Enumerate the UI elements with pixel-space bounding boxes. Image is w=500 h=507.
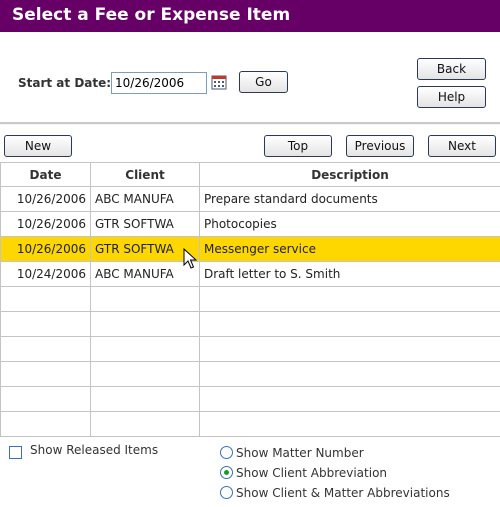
empty-table-row xyxy=(0,411,500,437)
column-header-client[interactable]: Client xyxy=(90,162,200,187)
cell-date: 10/26/2006 xyxy=(0,236,91,262)
top-button[interactable]: Top xyxy=(264,135,332,157)
show-released-checkbox[interactable] xyxy=(9,446,22,459)
cell-date: 10/24/2006 xyxy=(0,261,91,287)
start-date-label: Start at Date: xyxy=(18,76,112,90)
column-header-description[interactable]: Description xyxy=(199,162,500,187)
go-button[interactable]: Go xyxy=(239,71,288,93)
radio-show-matter-number[interactable] xyxy=(220,446,233,459)
help-button[interactable]: Help xyxy=(417,86,486,108)
cell-description: Photocopies xyxy=(199,211,500,237)
next-button[interactable]: Next xyxy=(428,135,496,157)
start-date-input[interactable]: 10/26/2006 xyxy=(111,72,207,94)
page-title: Select a Fee or Expense Item xyxy=(12,5,291,25)
radio-show-client-abbreviation[interactable] xyxy=(220,466,233,479)
show-released-label: Show Released Items xyxy=(30,443,159,457)
cell-date: 10/26/2006 xyxy=(0,211,91,237)
empty-table-row xyxy=(0,311,500,337)
radio-label-client-matter-abbreviations: Show Client & Matter Abbreviations xyxy=(236,486,450,500)
empty-table-row xyxy=(0,386,500,412)
mouse-pointer-icon xyxy=(183,248,197,269)
table-row[interactable]: 10/26/2006 GTR SOFTWA Messenger service xyxy=(0,236,500,262)
title-bar: Select a Fee or Expense Item xyxy=(0,0,500,32)
empty-table-row xyxy=(0,336,500,362)
table-row[interactable]: 10/26/2006 ABC MANUFA Prepare standard d… xyxy=(0,186,500,212)
table-header-row: Date Client Description xyxy=(0,162,500,187)
empty-table-row xyxy=(0,286,500,312)
cell-client: GTR SOFTWA xyxy=(90,211,200,237)
cell-description: Draft letter to S. Smith xyxy=(199,261,500,287)
cell-description: Messenger service xyxy=(199,236,500,262)
calendar-icon[interactable] xyxy=(211,74,227,90)
column-header-date[interactable]: Date xyxy=(0,162,91,187)
divider xyxy=(0,122,500,125)
new-button[interactable]: New xyxy=(4,135,72,157)
previous-button[interactable]: Previous xyxy=(346,135,414,157)
cell-description: Prepare standard documents xyxy=(199,186,500,212)
radio-label-client-abbreviation: Show Client Abbreviation xyxy=(236,466,388,480)
empty-table-row xyxy=(0,361,500,387)
cell-date: 10/26/2006 xyxy=(0,186,91,212)
table-row[interactable]: 10/24/2006 ABC MANUFA Draft letter to S.… xyxy=(0,261,500,287)
radio-show-client-matter-abbreviations[interactable] xyxy=(220,486,233,499)
items-table: Date Client Description 10/26/2006 ABC M… xyxy=(0,162,500,437)
radio-label-matter-number: Show Matter Number xyxy=(236,446,364,460)
cell-client: ABC MANUFA xyxy=(90,186,200,212)
table-row[interactable]: 10/26/2006 GTR SOFTWA Photocopies xyxy=(0,211,500,237)
back-button[interactable]: Back xyxy=(417,58,486,80)
